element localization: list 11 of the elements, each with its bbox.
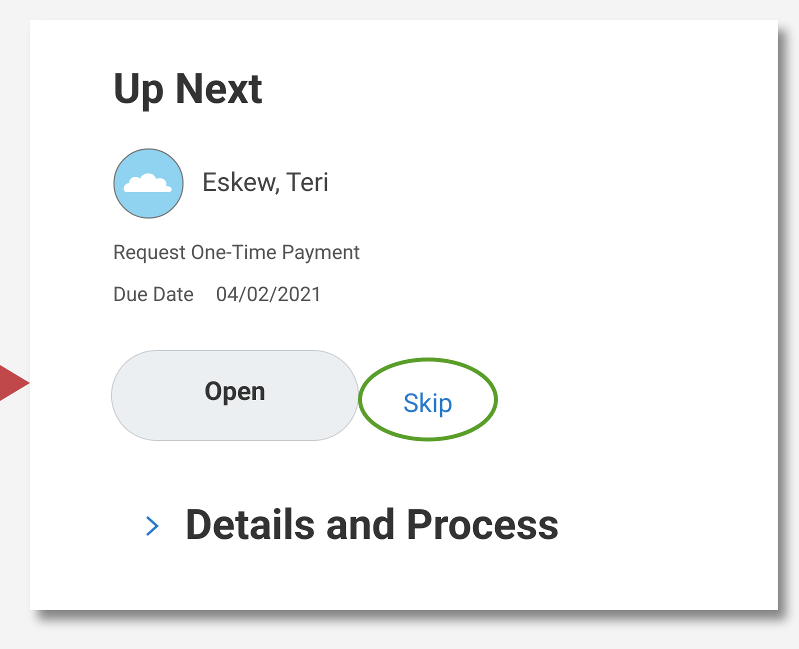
card-title: Up Next bbox=[113, 64, 264, 116]
due-date-label: Due Date bbox=[113, 281, 194, 308]
avatar-cloud-icon bbox=[113, 148, 184, 219]
pointer-arrow-icon bbox=[0, 365, 30, 401]
due-date-value: 04/02/2021 bbox=[216, 281, 322, 308]
details-section-toggle[interactable]: Details and Process bbox=[145, 498, 778, 554]
skip-link[interactable]: Skip bbox=[403, 385, 453, 424]
task-name: Request One-Time Payment bbox=[113, 239, 362, 266]
person-name: Eskew, Teri bbox=[202, 167, 330, 200]
open-button[interactable]: Open bbox=[111, 350, 359, 441]
chevron-icon bbox=[145, 515, 159, 537]
